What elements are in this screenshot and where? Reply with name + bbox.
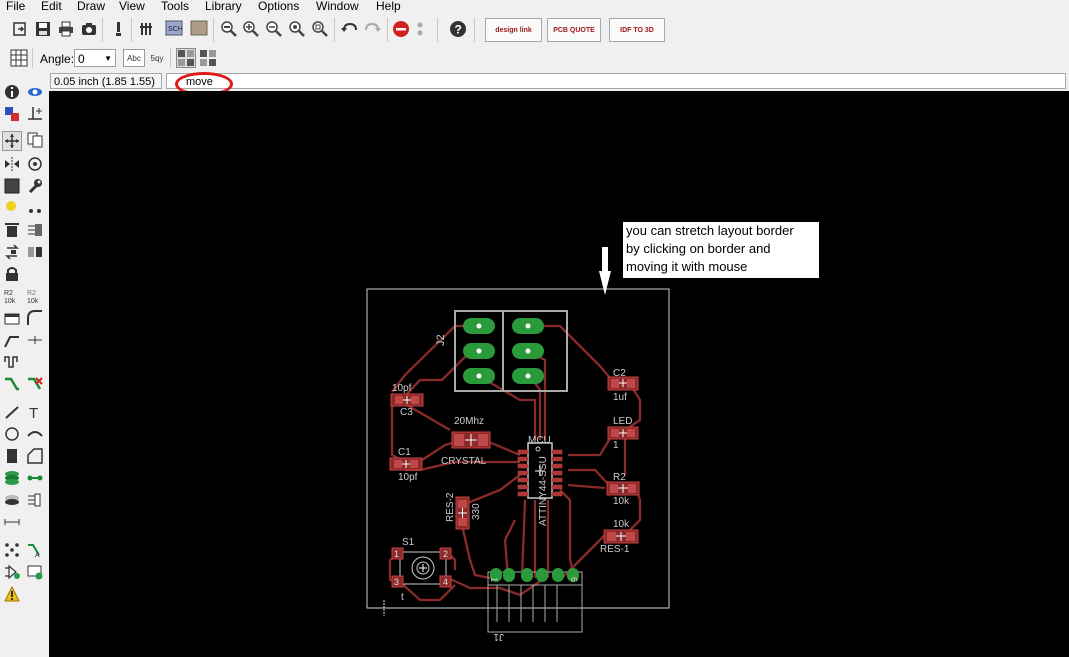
j2-header[interactable] (454, 310, 568, 392)
c3-value: 10pf (392, 383, 412, 394)
j1-name: J1 (493, 631, 504, 642)
board-outline[interactable] (366, 288, 670, 609)
pcb-layout: J2 10pf C3 20Mhz CRYSTAL C1 10pf MCU ATT… (366, 288, 670, 642)
c2-name: C2 (613, 368, 626, 379)
annotation-line-2: by clicking on border and (626, 241, 771, 256)
c2-value: 1uf (613, 392, 627, 403)
annotation-arrow (602, 247, 608, 271)
c1-name: C1 (398, 447, 411, 458)
j1-pin1: 1 (489, 577, 499, 582)
s1-pin4: 4 (443, 577, 448, 587)
mcu-label: MCU (528, 435, 551, 446)
res2-name: RES-2 (445, 492, 456, 522)
j1-pin6: 6 (569, 577, 579, 582)
mcu-part-number: ATTINY44-SSU (538, 456, 549, 526)
crystal-name: CRYSTAL (441, 456, 487, 467)
res2-value: 330 (471, 503, 482, 520)
j2-label: J2 (435, 334, 447, 346)
annotation-line-1: you can stretch layout border (626, 223, 794, 238)
c1-part[interactable] (389, 457, 423, 471)
led-name: LED (613, 416, 632, 427)
crystal-part[interactable] (451, 431, 491, 449)
c3-name: C3 (400, 407, 413, 418)
s1-pin2: 2 (443, 549, 448, 559)
crystal-value: 20Mhz (454, 416, 484, 427)
traces[interactable] (388, 324, 642, 602)
s1-pin3: 3 (394, 577, 399, 587)
res2-part[interactable] (455, 496, 470, 530)
res1-value: 10k (613, 519, 630, 530)
s1-t-label: t (401, 592, 404, 603)
r2-part[interactable] (606, 481, 640, 496)
r2-value: 10k (613, 496, 630, 507)
s1-pin1: 1 (394, 549, 399, 559)
annotation-line-3: moving it with mouse (626, 259, 748, 274)
annotation-note: you can stretch layout border by clickin… (623, 222, 819, 278)
r2-name: R2 (613, 472, 626, 483)
c1-value: 10pf (398, 472, 418, 483)
led-part[interactable] (607, 426, 639, 440)
res1-name: RES-1 (600, 544, 630, 555)
annotation-arrow-head (599, 271, 611, 295)
s1-name: S1 (402, 537, 415, 548)
res1-part[interactable] (603, 529, 639, 544)
c3-part[interactable] (390, 393, 424, 407)
led-value: 1 (613, 440, 619, 451)
